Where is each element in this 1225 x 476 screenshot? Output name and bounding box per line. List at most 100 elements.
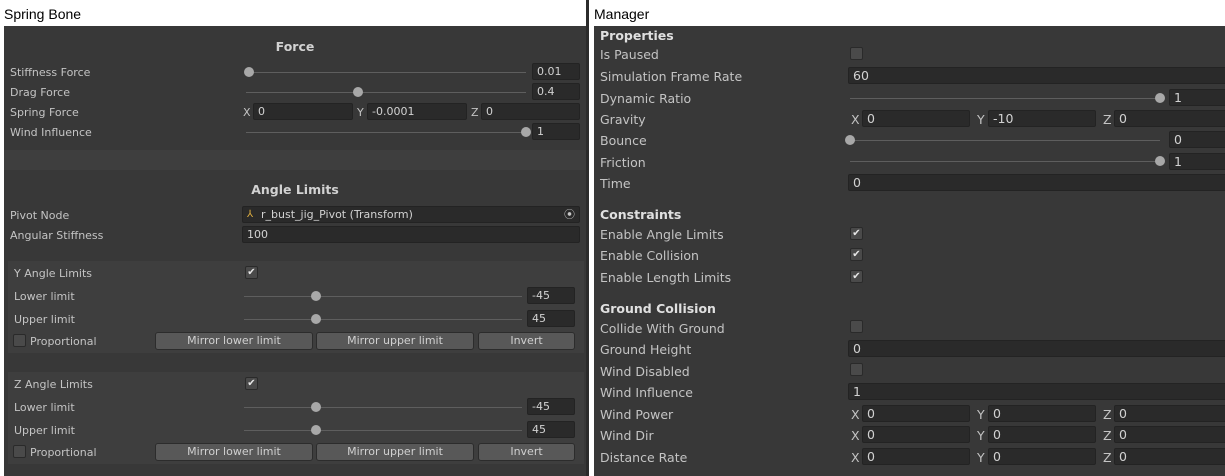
y-lower-limit-field[interactable]: -45 [527, 287, 575, 304]
enable-length-limits-checkbox[interactable]: ✔ [850, 270, 863, 283]
wind-disabled-checkbox[interactable] [850, 363, 863, 376]
y-upper-limit-field[interactable]: 45 [527, 310, 575, 327]
z-lower-limit-slider-thumb[interactable] [311, 402, 321, 412]
enable-collision-checkbox[interactable]: ✔ [850, 248, 863, 261]
distance-rate-y-field[interactable]: 0 [988, 448, 1096, 465]
wind-influence-slider-track[interactable] [246, 132, 526, 133]
bounce-slider-thumb[interactable] [845, 135, 855, 145]
dynamic-ratio-field[interactable]: 1 [1169, 89, 1225, 106]
z-lower-limit-label: Lower limit [14, 401, 75, 414]
wind-power-y-field[interactable]: 0 [988, 405, 1096, 422]
y-mirror-upper-button[interactable]: Mirror upper limit [316, 332, 474, 350]
distance-rate-z-field[interactable]: 0 [1114, 448, 1225, 465]
sim-frame-rate-field[interactable]: 60 [848, 67, 1225, 84]
z-invert-button[interactable]: Invert [478, 443, 575, 461]
wind-power-x-field[interactable]: 0 [862, 405, 970, 422]
gravity-x-field[interactable]: 0 [862, 110, 970, 127]
pivot-node-value: r_bust_jig_Pivot (Transform) [261, 208, 413, 221]
collide-with-ground-checkbox[interactable] [850, 320, 863, 333]
wind-influence-field[interactable]: 1 [532, 123, 580, 140]
y-proportional-checkbox[interactable] [13, 334, 26, 347]
z-mirror-lower-button[interactable]: Mirror lower limit [155, 443, 313, 461]
enable-angle-limits-checkbox[interactable]: ✔ [850, 227, 863, 240]
wind-dir-z-label: Z [1103, 428, 1112, 443]
gravity-y-field[interactable]: -10 [988, 110, 1096, 127]
wind-power-z-field[interactable]: 0 [1114, 405, 1225, 422]
y-mirror-lower-button[interactable]: Mirror lower limit [155, 332, 313, 350]
y-upper-limit-slider-track[interactable] [244, 319, 522, 320]
z-upper-limit-slider-track[interactable] [244, 430, 522, 431]
dynamic-ratio-label: Dynamic Ratio [600, 91, 692, 106]
stiffness-force-label: Stiffness Force [10, 66, 91, 79]
z-upper-limit-slider-thumb[interactable] [311, 425, 321, 435]
ground-collision-header: Ground Collision [600, 301, 716, 316]
spring-force-x-field[interactable]: 0 [253, 103, 353, 120]
z-upper-limit-field[interactable]: 45 [527, 421, 575, 438]
y-lower-limit-slider-track[interactable] [244, 296, 522, 297]
transform-icon: ⅄ [247, 209, 254, 220]
force-header: Force [275, 39, 315, 54]
wind-dir-y-field[interactable]: 0 [988, 426, 1096, 443]
constraints-header: Constraints [600, 207, 682, 222]
z-mirror-upper-button[interactable]: Mirror upper limit [316, 443, 474, 461]
properties-header: Properties [600, 28, 674, 43]
y-angle-limits-checkbox[interactable]: ✔ [245, 266, 258, 279]
z-angle-limits-checkbox[interactable]: ✔ [245, 377, 258, 390]
bounce-label: Bounce [600, 133, 647, 148]
wind-power-label: Wind Power [600, 407, 674, 422]
gravity-z-field[interactable]: 0 [1114, 110, 1225, 127]
spring-force-z-field[interactable]: 0 [481, 103, 580, 120]
distance-rate-y-label: Y [977, 450, 985, 465]
time-label: Time [600, 176, 631, 191]
is-paused-checkbox[interactable] [850, 47, 863, 60]
pivot-node-field[interactable]: ⅄ r_bust_jig_Pivot (Transform) [242, 206, 580, 223]
manager-caption: Manager [594, 6, 650, 22]
spring-force-y-label: Y [357, 106, 364, 119]
spring-force-y-field[interactable]: -0.0001 [367, 103, 467, 120]
bounce-field[interactable]: 0 [1169, 131, 1225, 148]
stiffness-force-field[interactable]: 0.01 [532, 63, 580, 80]
time-field[interactable]: 0 [848, 174, 1225, 191]
wind-dir-z-field[interactable]: 0 [1114, 426, 1225, 443]
angular-stiffness-field[interactable]: 100 [242, 226, 580, 243]
friction-slider-track[interactable] [850, 161, 1160, 162]
y-lower-limit-slider-thumb[interactable] [311, 291, 321, 301]
stiffness-force-slider-track[interactable] [246, 72, 526, 73]
wind-dir-x-label: X [851, 428, 860, 443]
bounce-slider-track[interactable] [850, 140, 1160, 141]
ground-height-field[interactable]: 0 [848, 340, 1225, 357]
friction-field[interactable]: 1 [1169, 153, 1225, 170]
pivot-node-label: Pivot Node [10, 209, 70, 222]
friction-slider-thumb[interactable] [1155, 156, 1165, 166]
y-invert-button[interactable]: Invert [478, 332, 575, 350]
drag-force-slider-track[interactable] [246, 92, 526, 93]
y-angle-limits-label: Y Angle Limits [14, 267, 93, 280]
spring-bone-caption: Spring Bone [4, 6, 82, 22]
wind-influence-slider-thumb[interactable] [521, 127, 531, 137]
sim-frame-rate-label: Simulation Frame Rate [600, 69, 743, 84]
dynamic-ratio-slider-track[interactable] [850, 98, 1160, 99]
z-lower-limit-slider-track[interactable] [244, 407, 522, 408]
z-lower-limit-field[interactable]: -45 [527, 398, 575, 415]
y-upper-limit-slider-thumb[interactable] [311, 314, 321, 324]
distance-rate-x-field[interactable]: 0 [862, 448, 970, 465]
z-proportional-checkbox[interactable] [13, 445, 26, 458]
stiffness-force-slider-thumb[interactable] [243, 67, 254, 77]
drag-force-label: Drag Force [10, 86, 70, 99]
collide-with-ground-label: Collide With Ground [600, 321, 725, 336]
wind-dir-x-field[interactable]: 0 [862, 426, 970, 443]
manager-wind-influence-field[interactable]: 1 [848, 383, 1225, 400]
ground-height-label: Ground Height [600, 342, 692, 357]
wind-dir-y-label: Y [977, 428, 985, 443]
drag-force-slider-thumb[interactable] [353, 87, 363, 97]
enable-collision-label: Enable Collision [600, 248, 699, 263]
dynamic-ratio-slider-thumb[interactable] [1155, 93, 1165, 103]
angle-limits-header: Angle Limits [251, 182, 339, 197]
manager-wind-influence-label: Wind Influence [600, 385, 693, 400]
friction-label: Friction [600, 155, 646, 170]
y-lower-limit-label: Lower limit [14, 290, 75, 303]
spring-force-z-label: Z [471, 106, 479, 119]
distance-rate-z-label: Z [1103, 450, 1112, 465]
drag-force-field[interactable]: 0.4 [532, 83, 580, 100]
object-picker-icon[interactable]: ⦿ [564, 206, 575, 222]
